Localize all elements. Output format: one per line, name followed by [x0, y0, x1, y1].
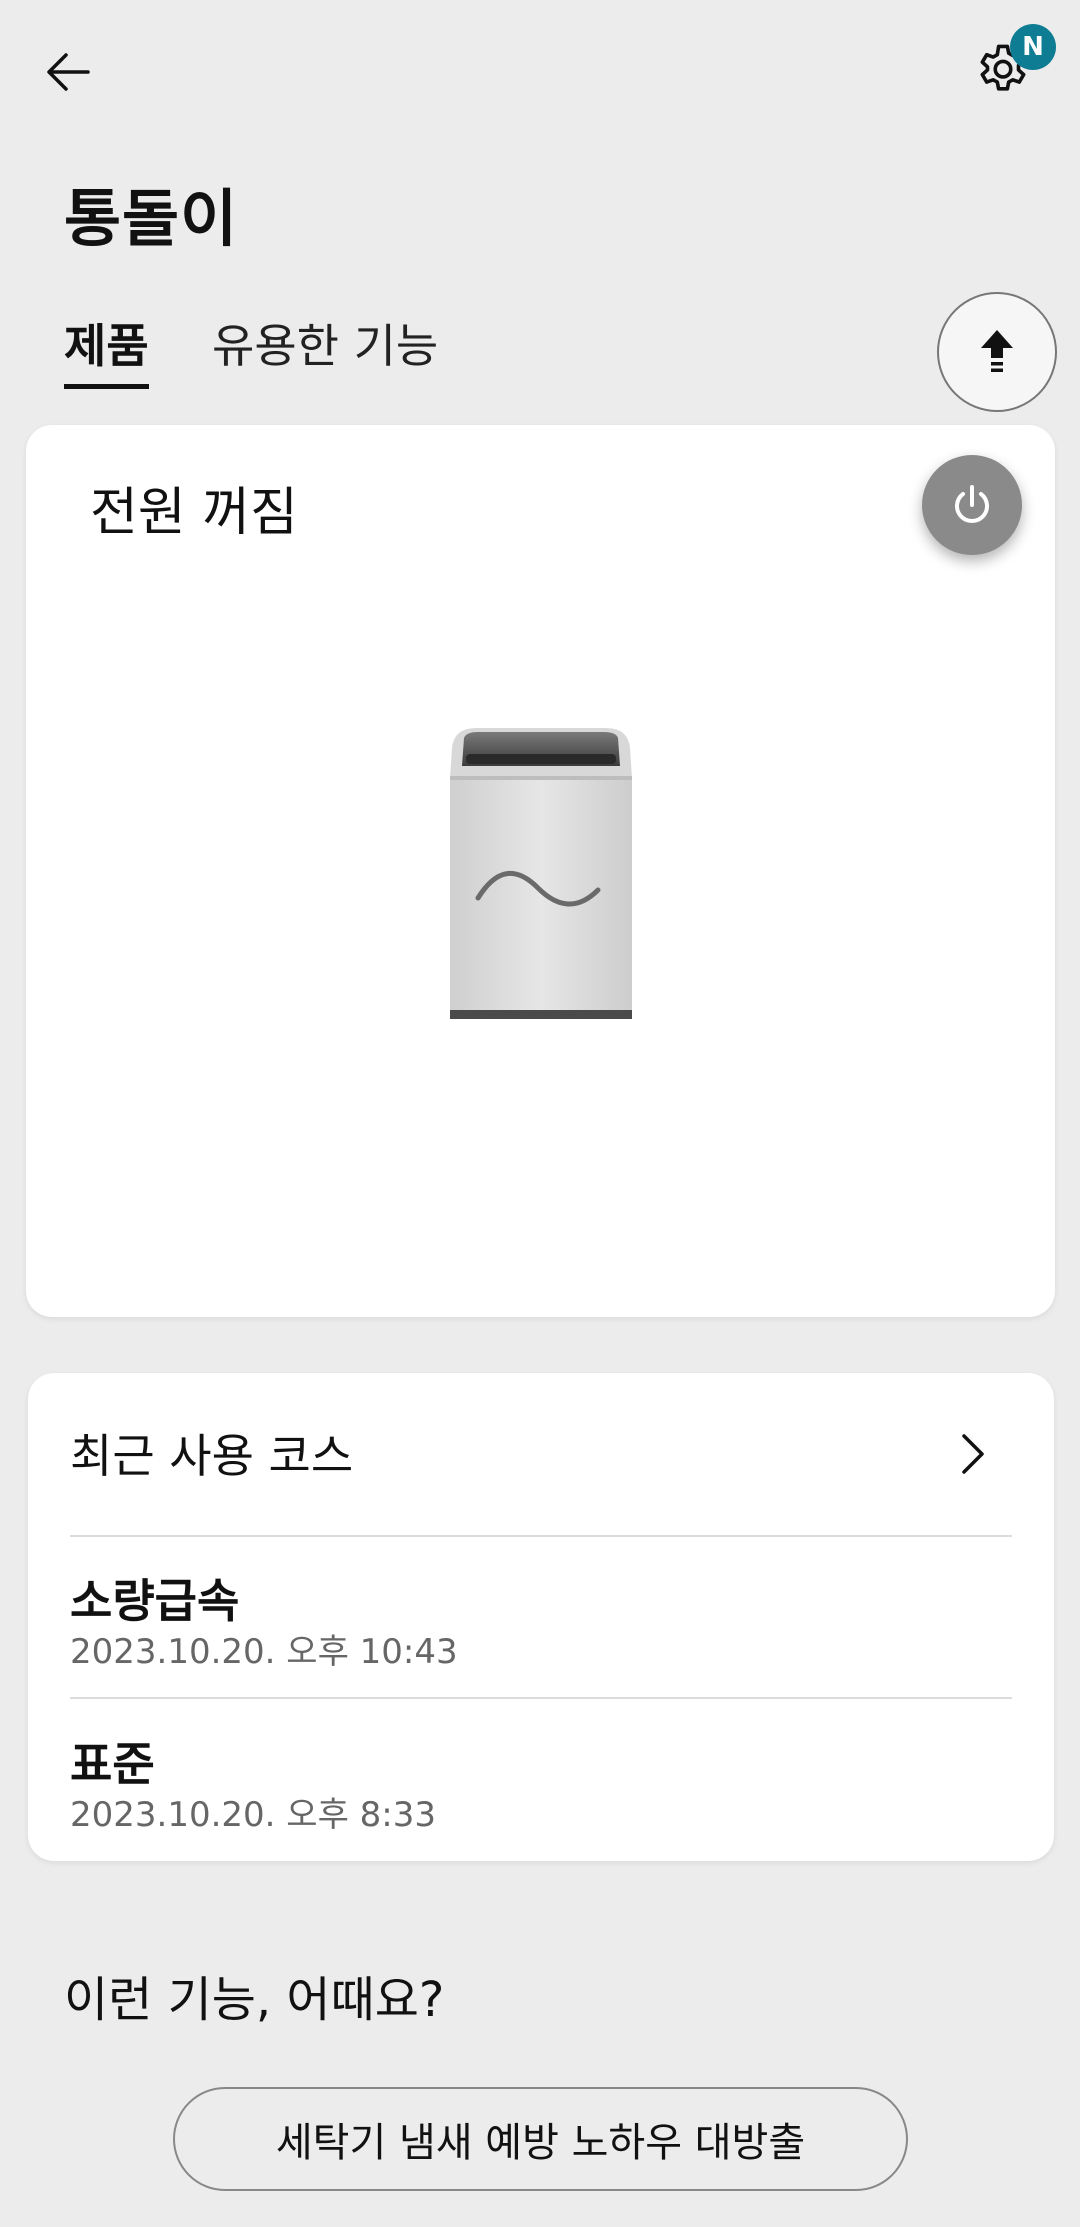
suggestion-button[interactable]: 세탁기 냄새 예방 노하우 대방출: [173, 2087, 908, 2191]
divider: [70, 1535, 1012, 1537]
tab-useful-features[interactable]: 유용한 기능: [212, 316, 438, 376]
upload-arrow-icon: [981, 330, 1013, 372]
course-date: 2023.10.20. 오후 10:43: [70, 1632, 458, 1672]
course-name[interactable]: 소량급속: [70, 1565, 239, 1631]
chevron-right-icon: [962, 1434, 984, 1474]
page-title: 통돌이: [64, 182, 239, 255]
power-status-text: 전원 꺼짐: [90, 483, 298, 543]
back-button[interactable]: [36, 40, 100, 104]
course-name[interactable]: 표준: [70, 1728, 155, 1794]
tab-product[interactable]: 제품: [64, 316, 149, 389]
power-button[interactable]: [922, 455, 1022, 555]
scroll-top-button[interactable]: [937, 292, 1057, 412]
power-icon: [955, 485, 989, 523]
divider: [70, 1697, 1012, 1699]
new-badge: N: [1010, 24, 1056, 70]
back-arrow-icon: [47, 53, 90, 91]
recent-courses-title[interactable]: 최근 사용 코스: [70, 1420, 353, 1486]
suggestions-heading: 이런 기능, 어때요?: [64, 1972, 445, 2028]
recent-courses-chevron[interactable]: [950, 1418, 994, 1490]
course-date: 2023.10.20. 오후 8:33: [70, 1795, 437, 1835]
washing-machine-image: [450, 728, 632, 1019]
